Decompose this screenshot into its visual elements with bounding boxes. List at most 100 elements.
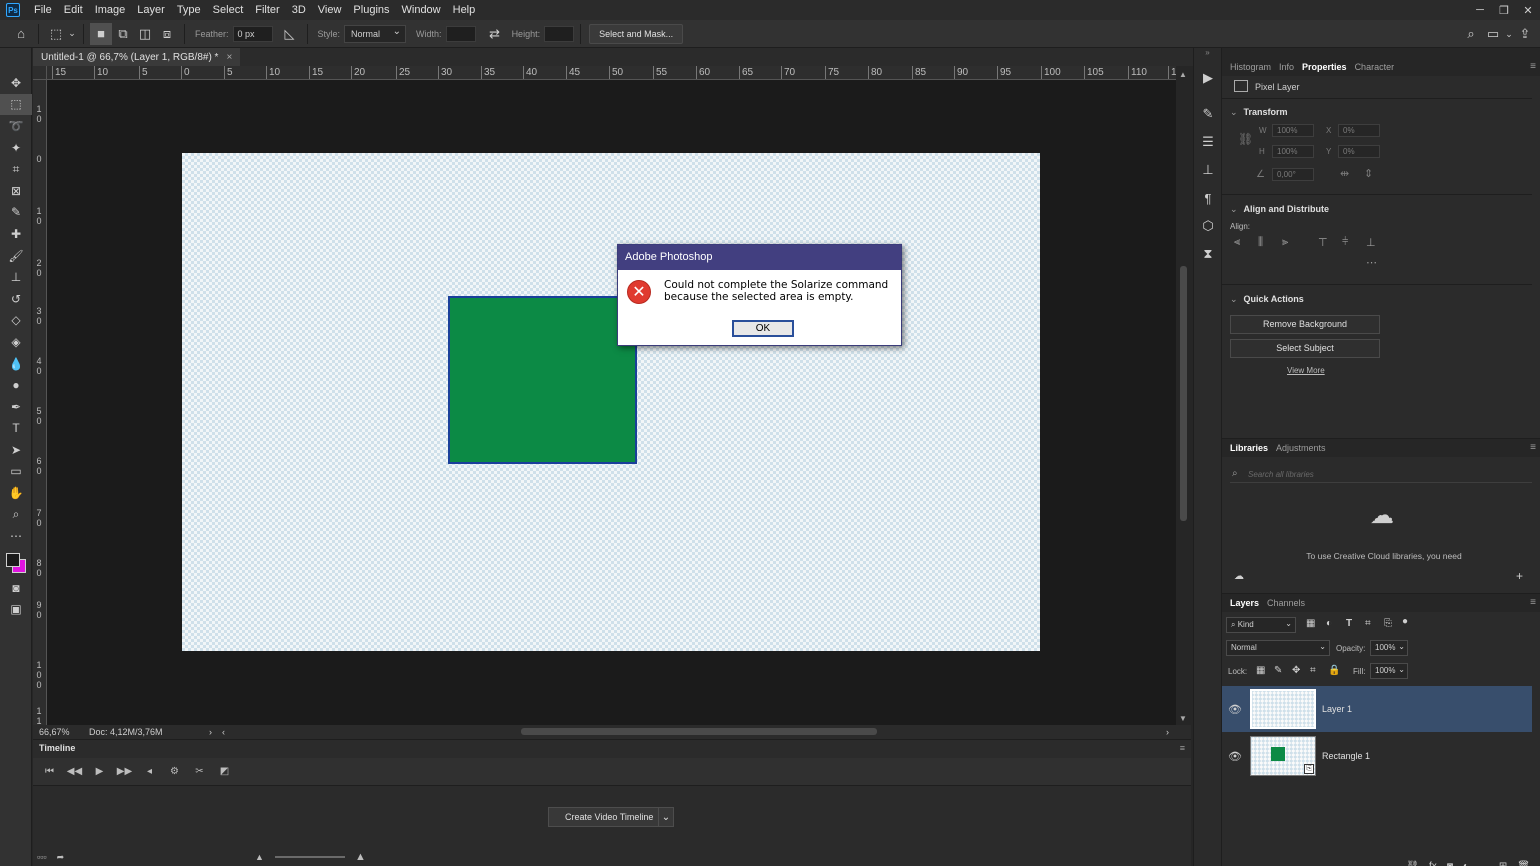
chevron-down-icon[interactable]: ⌄ — [1504, 23, 1514, 45]
history-icon[interactable]: ⧗ — [1194, 240, 1222, 268]
view-more-link[interactable]: View More — [1287, 366, 1325, 375]
move-tool-icon[interactable]: ✥ — [0, 72, 32, 94]
lasso-tool-icon[interactable]: ➰ — [0, 115, 32, 137]
settings-gear-icon[interactable]: ⚙ — [162, 762, 187, 782]
lock-position-icon[interactable]: ✥ — [1292, 665, 1300, 676]
menu-type[interactable]: Type — [171, 0, 207, 20]
zoom-out-icon[interactable]: ▲ — [255, 852, 264, 862]
chevron-down-icon[interactable]: ⌄ — [67, 23, 77, 45]
play-icon[interactable]: ▶ — [87, 762, 112, 782]
menu-window[interactable]: Window — [396, 0, 447, 20]
adjustment-layer-icon[interactable]: ◐ — [1463, 861, 1469, 866]
delete-layer-icon[interactable]: 🗑 — [1517, 861, 1530, 866]
scroll-right-icon[interactable]: › — [1166, 727, 1169, 737]
close-tab-icon[interactable]: × — [226, 52, 232, 63]
filter-toggle-icon[interactable]: ● — [1402, 616, 1408, 627]
fill-field[interactable]: 100% ⌄ — [1370, 663, 1408, 679]
ok-button[interactable]: OK — [732, 320, 794, 337]
height-input[interactable] — [544, 25, 575, 42]
width-percent-field[interactable]: 100% — [1272, 124, 1314, 137]
share-icon[interactable]: ⇪ — [1514, 23, 1536, 45]
subtract-selection-icon[interactable]: ◫ — [134, 23, 156, 45]
link-layers-icon[interactable]: ⛓ — [1406, 861, 1419, 866]
library-search-input[interactable]: Search all libraries — [1248, 470, 1314, 479]
align-left-icon[interactable]: ⫷ — [1234, 236, 1240, 249]
remove-background-button[interactable]: Remove Background — [1230, 315, 1380, 334]
blur-tool-icon[interactable]: 💧 — [0, 353, 32, 375]
menu-layer[interactable]: Layer — [131, 0, 171, 20]
chevron-down-icon[interactable]: ⌄ — [658, 807, 674, 827]
visibility-eye-icon[interactable]: 👁 — [1222, 703, 1248, 716]
tab-adjustments[interactable]: Adjustments — [1272, 443, 1330, 453]
x-field[interactable]: 0% — [1338, 124, 1380, 137]
scroll-down-icon[interactable]: ▼ — [1179, 714, 1187, 723]
pen-tool-icon[interactable]: ✒ — [0, 396, 32, 418]
layer-name[interactable]: Rectangle 1 — [1322, 751, 1370, 761]
horizontal-scroll-thumb[interactable] — [521, 728, 877, 735]
align-top-icon[interactable]: ⊤ — [1318, 236, 1328, 249]
menu-file[interactable]: File — [28, 0, 58, 20]
cloud-sync-icon[interactable]: ☁ — [1234, 571, 1244, 582]
align-right-icon[interactable]: ⫸ — [1282, 236, 1288, 249]
layer-row-rectangle-1[interactable]: 👁 ⎘ Rectangle 1 — [1222, 733, 1532, 779]
new-layer-icon[interactable]: ⊞ — [1499, 861, 1507, 866]
close-window-icon[interactable]: ✕ — [1516, 0, 1540, 20]
select-subject-button[interactable]: Select Subject — [1230, 339, 1380, 358]
menu-select[interactable]: Select — [207, 0, 250, 20]
frame-tool-icon[interactable]: ⊠ — [0, 180, 32, 202]
zoom-level[interactable]: 66,67% — [33, 727, 83, 737]
more-tools-icon[interactable]: ⋯ — [0, 525, 32, 547]
filter-pixel-icon[interactable]: ▦ — [1306, 618, 1315, 629]
select-and-mask-button[interactable]: Select and Mask... — [589, 23, 684, 44]
eyedropper-tool-icon[interactable]: ✎ — [0, 202, 32, 224]
create-video-timeline-button[interactable]: Create Video Timeline — [548, 807, 671, 827]
flip-vertical-icon[interactable]: ⇕ — [1364, 167, 1373, 180]
healing-brush-tool-icon[interactable]: ✚ — [0, 223, 32, 245]
split-scissors-icon[interactable]: ✂ — [187, 762, 212, 782]
document-canvas[interactable] — [182, 153, 1040, 651]
style-select[interactable]: Normal — [344, 24, 407, 43]
next-frame-icon[interactable]: ▶▶ — [112, 762, 137, 782]
marquee-preset-icon[interactable]: ⬚ — [45, 23, 67, 45]
filter-shape-icon[interactable]: ⌗ — [1365, 618, 1371, 629]
layer-row-layer-1[interactable]: 👁 Layer 1 — [1222, 686, 1532, 732]
brush-settings-icon[interactable]: ✎ — [1194, 100, 1222, 128]
home-icon[interactable]: ⌂ — [10, 23, 32, 45]
render-icon[interactable]: ➦ — [57, 852, 65, 863]
feather-input[interactable]: 0 px — [232, 25, 273, 42]
dodge-tool-icon[interactable]: ● — [0, 374, 32, 396]
layer-filter-kind-select[interactable]: ⌕ Kind ⌄ — [1226, 617, 1296, 633]
height-percent-field[interactable]: 100% — [1272, 145, 1314, 158]
library-search-box[interactable]: ⌕ Search all libraries — [1230, 465, 1532, 483]
vertical-ruler[interactable]: 1 0 0 1 0 2 0 3 0 4 0 5 0 6 0 7 0 8 0 9 0 1 0 0 1 1 — [33, 80, 47, 725]
tab-properties[interactable]: Properties — [1298, 62, 1351, 72]
tab-libraries[interactable]: Libraries — [1226, 443, 1272, 453]
link-icon[interactable]: ⛓ — [1238, 132, 1253, 146]
history-brush-tool-icon[interactable]: ↺ — [0, 288, 32, 310]
previous-frame-icon[interactable]: ◀◀ — [62, 762, 87, 782]
panel-menu-icon[interactable]: ≡ — [1180, 743, 1185, 753]
filter-smart-object-icon[interactable]: ⎘ — [1384, 618, 1392, 629]
restore-icon[interactable]: ❐ — [1492, 0, 1516, 20]
angle-field[interactable]: 0,00° — [1272, 168, 1314, 181]
vertical-scrollbar[interactable]: ▲ ▼ — [1176, 66, 1191, 725]
adjust-sliders-icon[interactable]: ☰ — [1194, 128, 1222, 156]
collapse-icon[interactable]: » — [1194, 48, 1221, 64]
rectangle-tool-icon[interactable]: ▭ — [0, 461, 32, 483]
swap-icon[interactable]: ⇄ — [484, 23, 506, 45]
type-tool-icon[interactable]: T — [0, 418, 32, 440]
menu-edit[interactable]: Edit — [58, 0, 89, 20]
search-icon[interactable]: ⌕ — [1460, 23, 1482, 45]
brush-tool-icon[interactable]: 🖌 — [0, 245, 32, 267]
panel-menu-icon[interactable]: ≡ — [1530, 442, 1536, 453]
new-selection-icon[interactable]: ■ — [90, 22, 112, 45]
tab-info[interactable]: Info — [1275, 62, 1298, 72]
add-mask-icon[interactable]: ◙ — [1447, 861, 1453, 866]
panel-menu-icon[interactable]: ≡ — [1530, 61, 1536, 72]
minimize-icon[interactable]: ─ — [1468, 0, 1492, 20]
tab-histogram[interactable]: Histogram — [1226, 62, 1275, 72]
lock-artboard-icon[interactable]: ⌗ — [1310, 665, 1316, 676]
add-selection-icon[interactable]: ⧉ — [112, 23, 134, 45]
filter-type-icon[interactable]: T — [1346, 618, 1352, 629]
screen-mode-icon[interactable]: ▣ — [0, 599, 32, 621]
